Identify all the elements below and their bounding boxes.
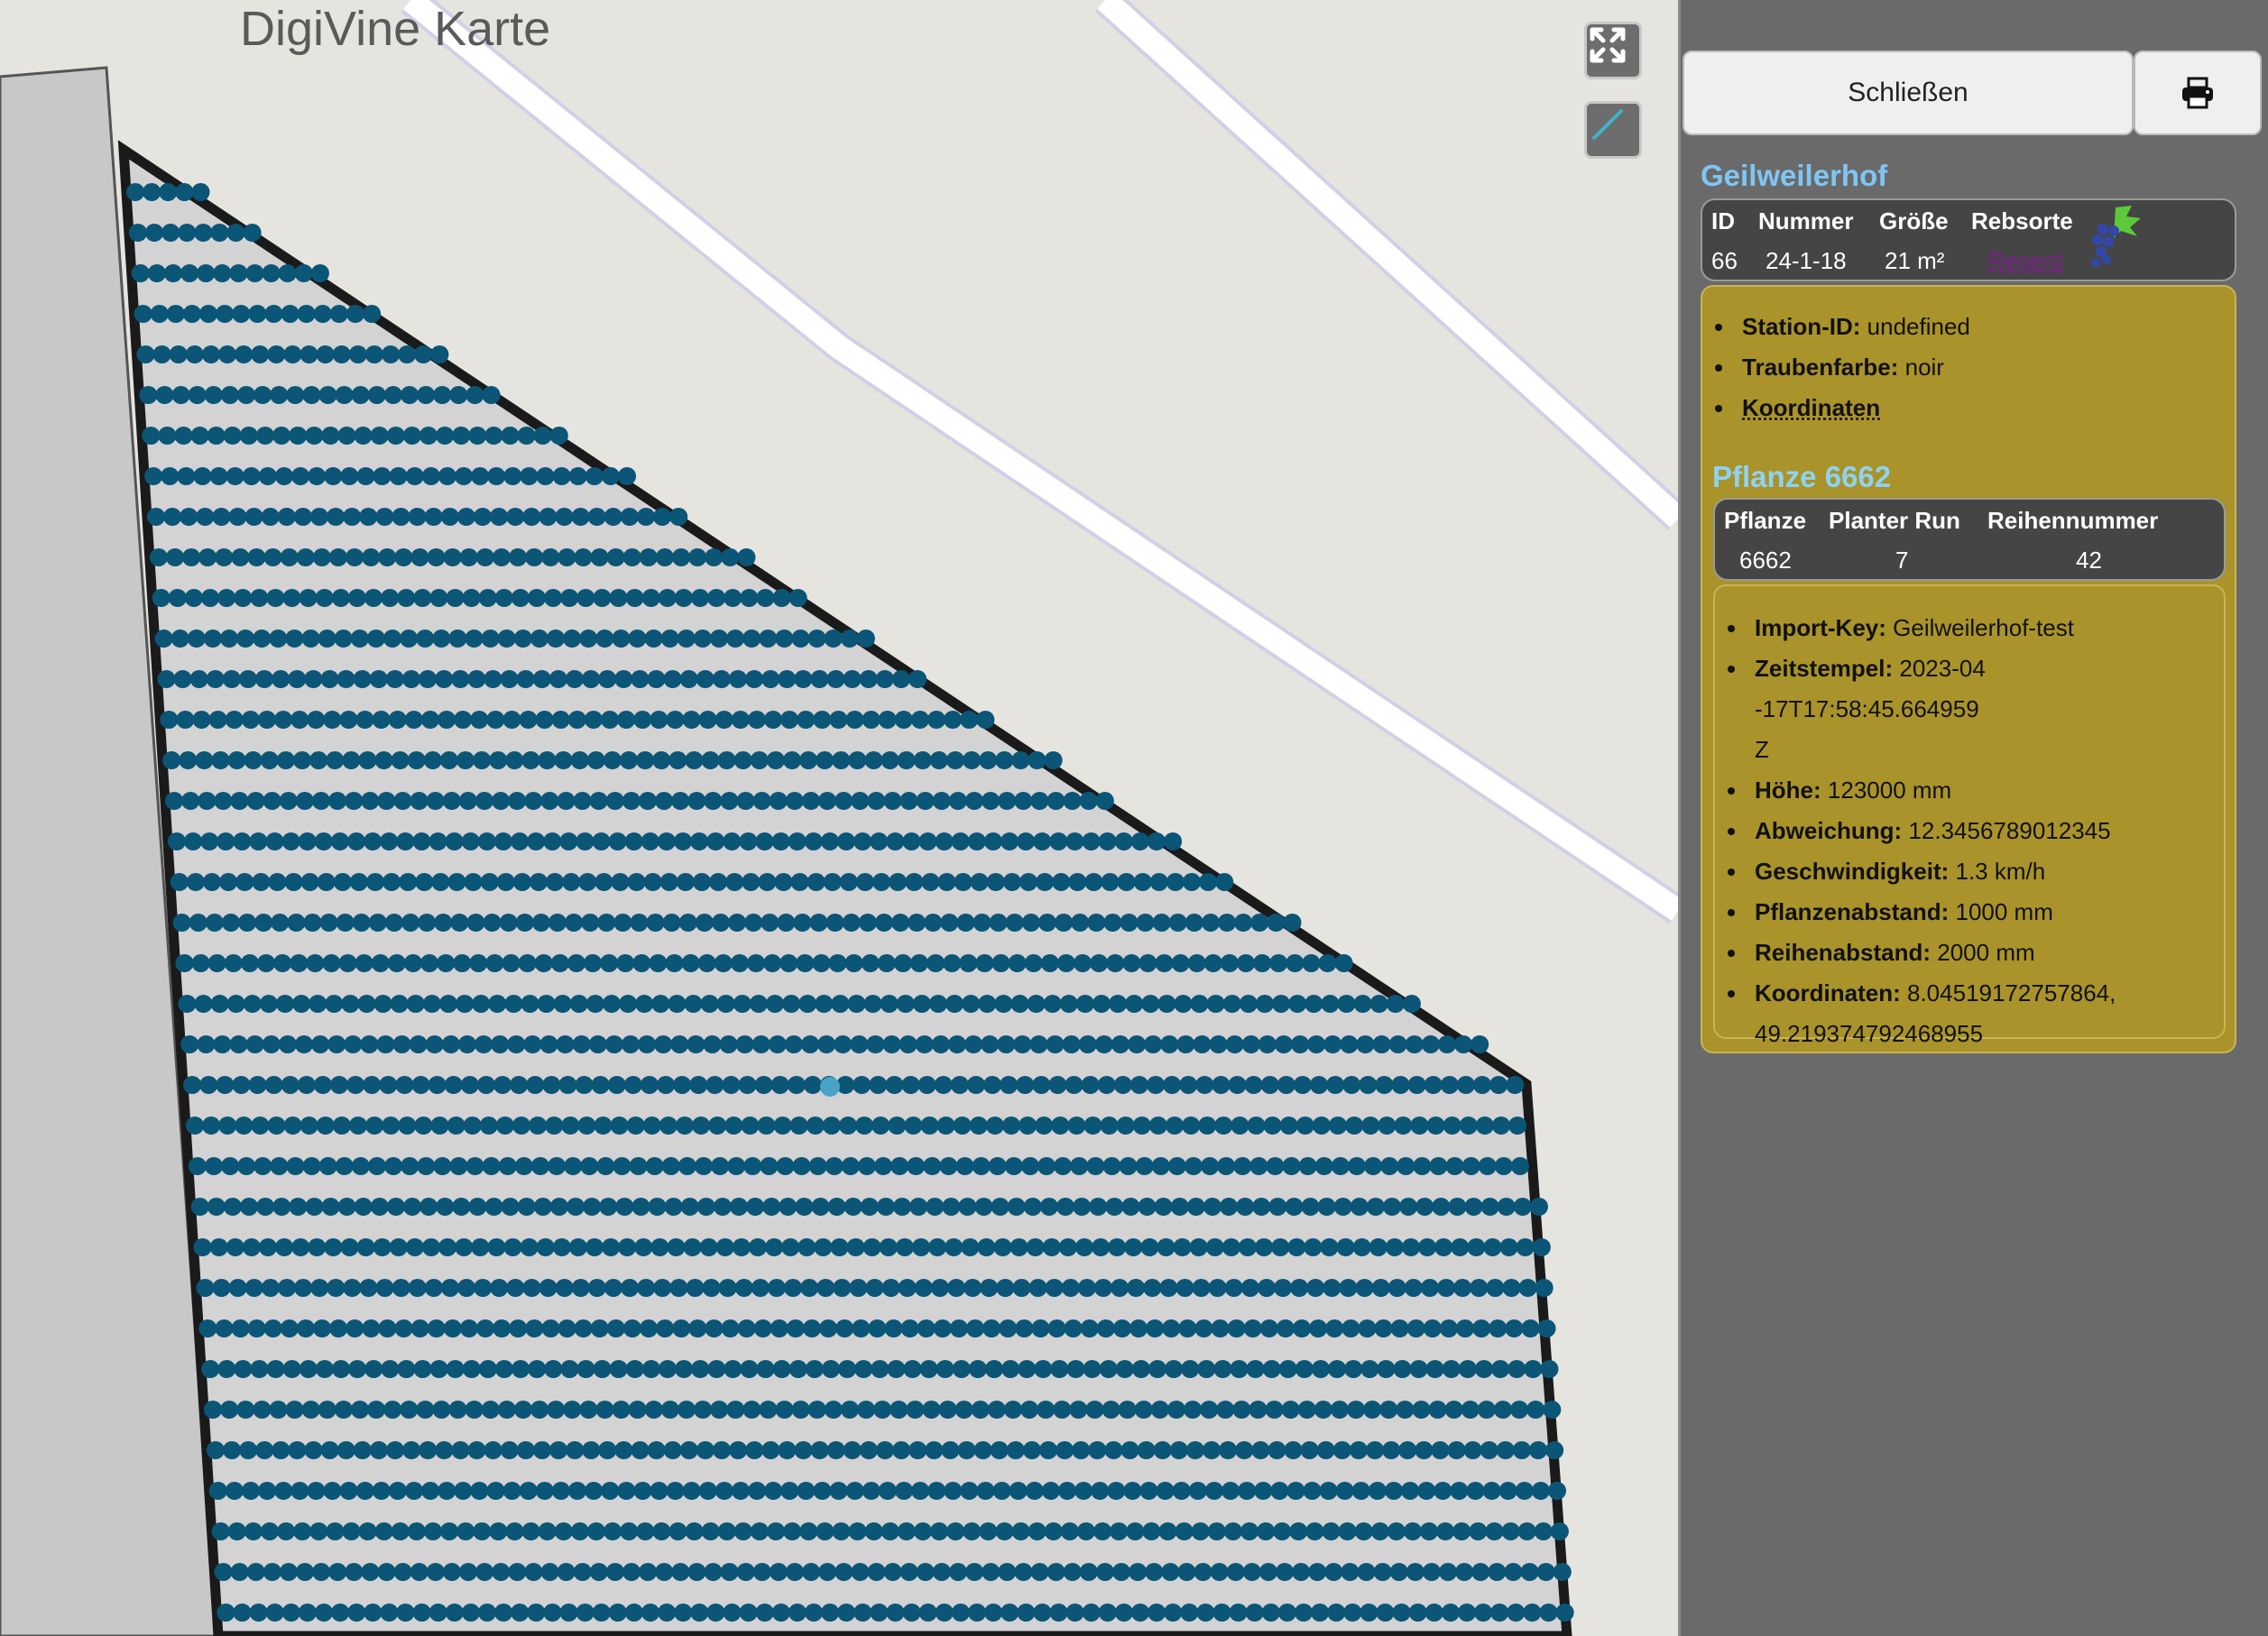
site-detail-station: Station-ID: undefined [1702, 307, 2235, 347]
site-header-groesse: Größe [1879, 207, 1949, 234]
plant-detail-geschwindigkeit: Geschwindigkeit: 1.3 km/h [1715, 851, 2224, 892]
site-detail-traubenfarbe: Traubenfarbe: noir [1702, 347, 2235, 388]
info-panel: Schließen Geilweilerhof ID Nummer Größe … [1678, 0, 2268, 1636]
plant-id: 6662 [1739, 547, 1792, 574]
site-title: Geilweilerhof [1701, 159, 1888, 192]
plant-detail-pflanzenabstand: Pflanzenabstand: 1000 mm [1715, 892, 2224, 933]
plant-title: Pflanze 6662 [1712, 460, 1892, 493]
close-button[interactable]: Schließen [1683, 51, 2134, 135]
site-detail-koordinaten[interactable]: Koordinaten [1702, 388, 2235, 428]
map-view[interactable]: DigiVine Karte [0, 0, 1678, 1636]
plant-detail-abweichung: Abweichung: 12.3456789012345 [1715, 811, 2224, 851]
site-summary-table: ID Nummer Größe Rebsorte 66 24-1-18 21 m… [1701, 198, 2236, 281]
site-details-list: Station-ID: undefined Traubenfarbe: noir… [1702, 307, 2235, 428]
site-id: 66 [1711, 247, 1738, 274]
plant-detail-import-key: Import-Key: Geilweilerhof-test [1715, 608, 2224, 648]
fullscreen-button[interactable] [1584, 22, 1642, 79]
plant-details-list: Import-Key: Geilweilerhof-test Zeitstemp… [1715, 608, 2224, 1054]
site-header-rebsorte: Rebsorte [1971, 207, 2073, 234]
plant-detail-hoehe: Höhe: 123000 mm [1715, 770, 2224, 811]
plant-row-number: 42 [2076, 547, 2102, 574]
draw-line-button[interactable] [1584, 101, 1642, 159]
site-header-nummer: Nummer [1758, 207, 1854, 234]
map-title: DigiVine Karte [240, 2, 551, 56]
rebsorte-link[interactable]: Regent [1987, 247, 2063, 275]
plant-details-box: Import-Key: Geilweilerhof-test Zeitstemp… [1713, 584, 2226, 1047]
grape-icon [2091, 206, 2141, 267]
plant-detail-reihenabstand: Reihenabstand: 2000 mm [1715, 933, 2224, 973]
site-groesse: 21 m² [1885, 247, 1945, 274]
map-canvas[interactable] [0, 0, 1678, 1636]
selected-plant-marker[interactable] [820, 1077, 840, 1097]
plant-summary-table: Pflanze Planter Run Reihennummer 6662 7 … [1713, 498, 2226, 581]
site-header-id: ID [1711, 207, 1735, 234]
print-button[interactable] [2134, 51, 2262, 135]
plant-header-pflanze: Pflanze [1724, 507, 1807, 534]
plant-detail-koordinaten: Koordinaten: 8.04519172757864, 49.219374… [1715, 973, 2152, 1054]
site-nummer: 24-1-18 [1766, 247, 1847, 274]
plant-header-planter-run: Planter Run [1829, 507, 1960, 534]
plant-header-reihennummer: Reihennummer [1987, 507, 2159, 534]
close-button-label: Schließen [1848, 78, 1968, 107]
plant-planter-run: 7 [1895, 547, 1909, 574]
plant-detail-zeitstempel: Zeitstempel: 2023-04-17T17:58:45.664959Z [1715, 648, 1989, 770]
printer-icon [2182, 77, 2213, 109]
draw-line-icon [1592, 109, 1623, 140]
expand-arrows-icon [1590, 27, 1626, 63]
